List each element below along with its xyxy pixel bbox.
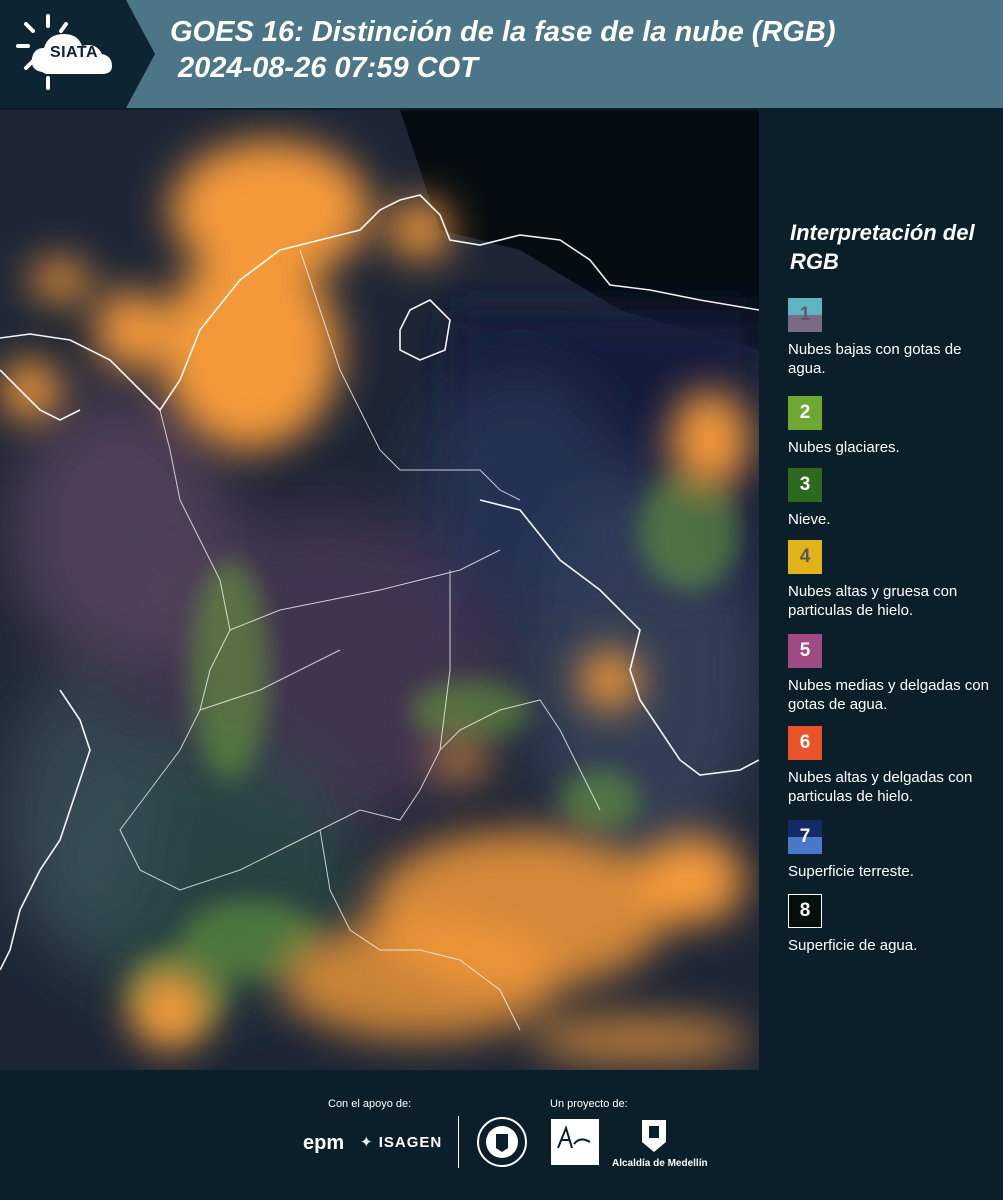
legend-swatch-8: 8 <box>788 894 822 928</box>
legend-swatch-7: 7 <box>788 820 822 854</box>
title-line2: 2024-08-26 07:59 COT <box>178 52 478 84</box>
legend-panel: Interpretación del RGB 1 Nubes bajas con… <box>776 110 1001 1070</box>
legend-num-4: 4 <box>799 546 811 567</box>
legend-label-4: Nubes altas y gruesa con particulas de h… <box>788 583 958 619</box>
legend-item-6: 6 Nubes altas y delgadas con particulas … <box>788 726 998 806</box>
legend-swatch-6: 6 <box>788 726 822 760</box>
satellite-image <box>0 110 759 1070</box>
siata-logo-text: SIATA <box>49 44 99 61</box>
medellin-seal-icon <box>477 1117 527 1167</box>
legend-swatch-5: 5 <box>788 634 822 668</box>
legend-swatch-3: 3 <box>788 468 822 502</box>
footer-divider <box>458 1116 459 1168</box>
legend-title: Interpretación del RGB <box>790 220 975 274</box>
legend-item-7: 7 Superficie terreste. <box>788 820 998 881</box>
footer: Con el apoyo de: Un proyecto de: epm ✦ I… <box>0 1070 1003 1200</box>
legend-label-6: Nubes altas y delgadas con particulas de… <box>788 769 973 805</box>
area-metropolitana-icon <box>551 1119 599 1165</box>
legend-item-2: 2 Nubes glaciares. <box>788 396 998 457</box>
support-label: Con el apoyo de: <box>328 1098 412 1110</box>
legend-num-8: 8 <box>799 900 811 921</box>
legend-num-3: 3 <box>799 474 811 495</box>
legend-label-1: Nubes bajas con gotas de agua. <box>788 341 962 377</box>
legend-label-3: Nieve. <box>788 511 831 528</box>
legend-num-5: 5 <box>799 640 811 661</box>
siata-logo: SIATA <box>0 0 155 108</box>
legend-num-2: 2 <box>799 402 811 423</box>
isagen-logo: ✦ ISAGEN <box>360 1133 442 1151</box>
header: SIATA GOES 16: Distinción de la fase de … <box>0 0 1003 108</box>
legend-swatch-2: 2 <box>788 396 822 430</box>
legend-item-8: 8 Superficie de agua. <box>788 894 998 955</box>
isagen-text: ISAGEN <box>378 1134 443 1151</box>
title-line1: GOES 16: Distinción de la fase de la nub… <box>170 16 836 48</box>
project-label: Un proyecto de: <box>550 1098 628 1110</box>
area-metropolitana-logo <box>550 1118 600 1171</box>
legend-swatch-4: 4 <box>788 540 822 574</box>
legend-num-7: 7 <box>799 826 811 847</box>
alcaldia-shield-icon <box>642 1120 666 1152</box>
legend-swatch-1: 1 <box>788 298 822 332</box>
isagen-star-icon: ✦ <box>360 1134 374 1151</box>
legend-label-7: Superficie terreste. <box>788 863 914 880</box>
legend-num-6: 6 <box>799 732 811 753</box>
legend-label-5: Nubes medias y delgadas con gotas de agu… <box>788 677 989 713</box>
page-title: GOES 16: Distinción de la fase de la nub… <box>170 14 836 86</box>
legend-item-4: 4 Nubes altas y gruesa con particulas de… <box>788 540 998 620</box>
legend-item-1: 1 Nubes bajas con gotas de agua. <box>788 298 998 378</box>
legend-num-1: 1 <box>799 304 811 325</box>
epm-logo: epm <box>303 1132 345 1154</box>
satellite-map <box>0 110 759 1070</box>
legend-label-2: Nubes glaciares. <box>788 439 900 456</box>
legend-item-3: 3 Nieve. <box>788 468 998 529</box>
legend-item-5: 5 Nubes medias y delgadas con gotas de a… <box>788 634 998 714</box>
alcaldia-text: Alcaldía de Medellín <box>612 1158 708 1169</box>
legend-label-8: Superficie de agua. <box>788 937 918 954</box>
